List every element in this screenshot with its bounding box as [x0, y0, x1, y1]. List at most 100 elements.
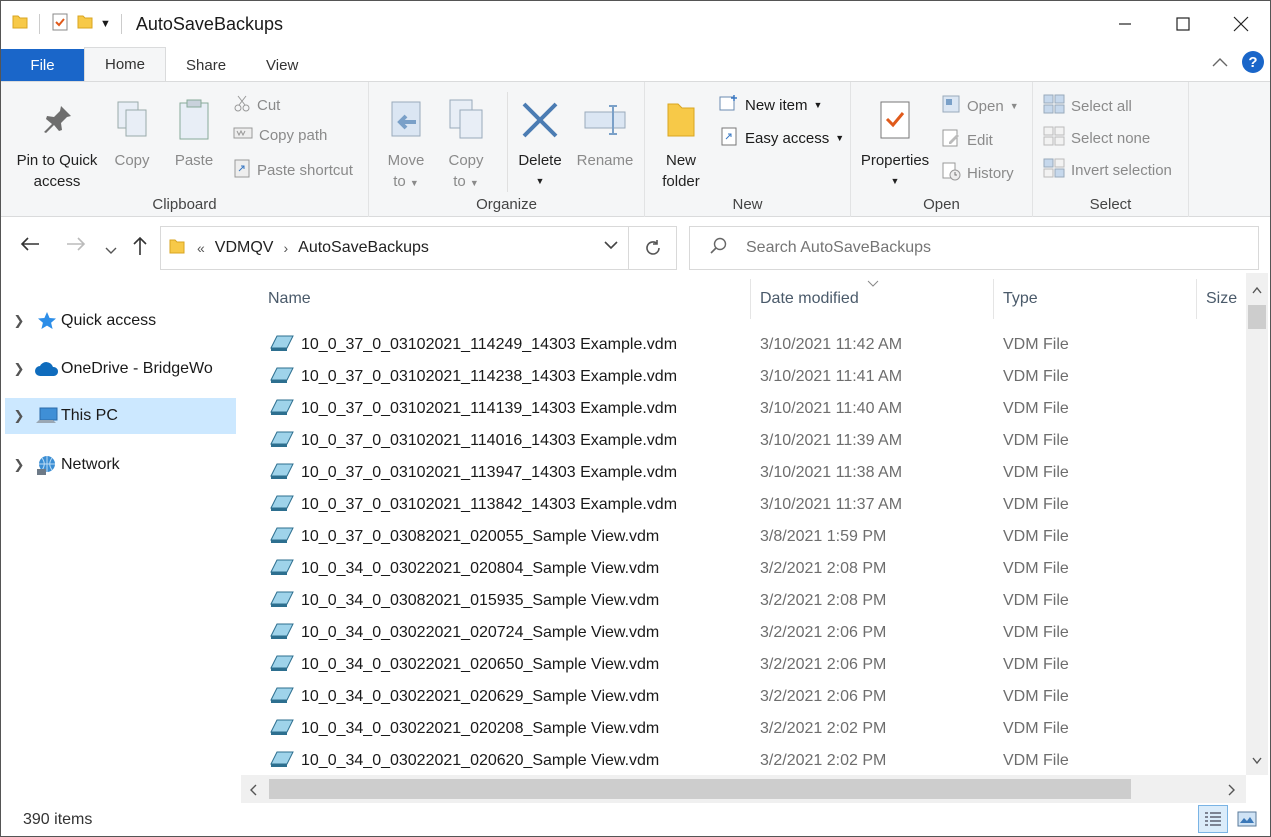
- customize-qat-icon[interactable]: ▼: [100, 18, 111, 30]
- file-row[interactable]: 10_0_34_0_03022021_020804_Sample View.vd…: [241, 553, 1246, 585]
- file-row[interactable]: 10_0_37_0_03102021_114139_14303 Example.…: [241, 393, 1246, 425]
- sidebar-item-quick-access[interactable]: ❯ Quick access: [5, 303, 236, 339]
- file-name-cell: 10_0_37_0_03102021_114016_14303 Example.…: [269, 430, 677, 453]
- history-button[interactable]: History: [941, 161, 1014, 185]
- scroll-up-icon[interactable]: [1252, 281, 1262, 298]
- expand-chevron-icon[interactable]: ❯: [5, 313, 33, 329]
- new-item-button[interactable]: New item ▼: [719, 94, 822, 116]
- move-to-button[interactable]: Move to ▼: [381, 90, 431, 194]
- breadcrumb-autosavebackups[interactable]: AutoSaveBackups: [298, 239, 429, 257]
- copy-path-button[interactable]: Copy path: [233, 126, 327, 144]
- file-type: VDM File: [1003, 624, 1069, 641]
- tab-share[interactable]: Share: [166, 49, 246, 81]
- network-icon: [33, 454, 61, 476]
- recent-locations-icon[interactable]: [105, 239, 117, 262]
- back-arrow-icon[interactable]: [19, 235, 41, 259]
- help-icon[interactable]: ?: [1242, 51, 1264, 73]
- edit-pencil-icon: [941, 128, 961, 152]
- file-type: VDM File: [1003, 336, 1069, 353]
- open-button[interactable]: Open ▼: [941, 94, 1019, 118]
- file-row[interactable]: 10_0_34_0_03022021_020208_Sample View.vd…: [241, 713, 1246, 745]
- collapse-ribbon-icon[interactable]: [1212, 54, 1228, 71]
- scroll-down-icon[interactable]: [1252, 752, 1262, 769]
- file-row[interactable]: 10_0_34_0_03082021_015935_Sample View.vd…: [241, 585, 1246, 617]
- search-box[interactable]: [689, 226, 1259, 270]
- expand-chevron-icon[interactable]: ❯: [5, 408, 33, 424]
- file-row[interactable]: 10_0_37_0_03102021_114238_14303 Example.…: [241, 361, 1246, 393]
- paste-button[interactable]: Paste: [167, 90, 221, 171]
- up-arrow-icon[interactable]: [131, 235, 149, 263]
- properties-button[interactable]: Properties ▼: [855, 90, 935, 192]
- tab-file[interactable]: File: [1, 49, 84, 81]
- file-row[interactable]: 10_0_34_0_03022021_020629_Sample View.vd…: [241, 681, 1246, 713]
- horizontal-scroll-thumb[interactable]: [269, 779, 1131, 799]
- new-folder-button[interactable]: New folder: [655, 90, 707, 192]
- file-name-cell: 10_0_34_0_03022021_020629_Sample View.vd…: [269, 686, 659, 709]
- file-row[interactable]: 10_0_37_0_03082021_020055_Sample View.vd…: [241, 521, 1246, 553]
- breadcrumb-overflow[interactable]: «: [197, 240, 205, 256]
- file-row[interactable]: 10_0_34_0_03022021_020650_Sample View.vd…: [241, 649, 1246, 681]
- search-input[interactable]: [746, 239, 1226, 257]
- easy-access-button[interactable]: Easy access ▼: [719, 126, 844, 150]
- expand-chevron-icon[interactable]: ❯: [5, 361, 33, 377]
- address-dropdown-icon[interactable]: [604, 237, 618, 254]
- new-folder-qat-icon[interactable]: [76, 13, 94, 35]
- maximize-button[interactable]: [1154, 1, 1212, 47]
- column-date-modified[interactable]: Date modified: [760, 290, 859, 308]
- address-bar[interactable]: « VDMQV › AutoSaveBackups: [160, 226, 677, 270]
- select-all-button[interactable]: Select all: [1043, 94, 1132, 118]
- rename-button[interactable]: Rename: [575, 90, 635, 171]
- details-view-button[interactable]: [1198, 805, 1228, 833]
- expand-chevron-icon[interactable]: ❯: [5, 457, 33, 473]
- file-type: VDM File: [1003, 464, 1069, 481]
- forward-arrow-icon[interactable]: [65, 235, 87, 259]
- delete-x-icon: [513, 90, 567, 150]
- large-icons-view-button[interactable]: [1232, 805, 1262, 833]
- sidebar-item-network[interactable]: ❯ Network: [5, 447, 236, 483]
- clipboard-icon: [167, 90, 221, 150]
- star-icon: [33, 310, 61, 332]
- scroll-left-icon[interactable]: [249, 783, 257, 800]
- invert-selection-icon: [1043, 158, 1065, 182]
- vdm-file-icon: [269, 462, 295, 485]
- sidebar-item-this-pc[interactable]: ❯ This PC: [5, 398, 236, 434]
- file-row[interactable]: 10_0_34_0_03022021_020620_Sample View.vd…: [241, 745, 1246, 775]
- delete-button[interactable]: Delete ▼: [513, 90, 567, 192]
- sort-indicator-icon: [867, 275, 879, 293]
- copy-to-button[interactable]: Copy to ▼: [441, 90, 491, 194]
- paste-shortcut-button[interactable]: Paste shortcut: [233, 158, 353, 182]
- close-button[interactable]: [1212, 1, 1270, 47]
- file-row[interactable]: 10_0_37_0_03102021_114016_14303 Example.…: [241, 425, 1246, 457]
- scroll-right-icon[interactable]: [1228, 783, 1236, 800]
- refresh-button[interactable]: [628, 227, 676, 269]
- file-row[interactable]: 10_0_37_0_03102021_113947_14303 Example.…: [241, 457, 1246, 489]
- properties-qat-icon[interactable]: [50, 12, 70, 36]
- minimize-button[interactable]: [1096, 1, 1154, 47]
- vertical-scrollbar[interactable]: [1246, 273, 1268, 775]
- chevron-right-icon[interactable]: ›: [283, 240, 288, 256]
- pin-to-quick-access-button[interactable]: Pin to Quick access: [9, 90, 105, 192]
- column-size[interactable]: Size: [1206, 290, 1237, 308]
- sidebar-item-onedrive[interactable]: ❯ OneDrive - BridgeWo: [5, 351, 236, 387]
- file-row[interactable]: 10_0_37_0_03102021_113842_14303 Example.…: [241, 489, 1246, 521]
- breadcrumb-vdmqv[interactable]: VDMQV: [215, 239, 274, 257]
- select-none-button[interactable]: Select none: [1043, 126, 1150, 150]
- tab-home[interactable]: Home: [84, 47, 167, 81]
- cut-button[interactable]: Cut: [233, 94, 280, 116]
- tab-view[interactable]: View: [246, 49, 318, 81]
- horizontal-scrollbar[interactable]: [241, 775, 1246, 803]
- file-date: 3/2/2021 2:06 PM: [760, 656, 887, 673]
- vertical-scroll-thumb[interactable]: [1248, 305, 1266, 329]
- copy-button[interactable]: Copy: [105, 90, 159, 171]
- file-type: VDM File: [1003, 656, 1069, 673]
- edit-button[interactable]: Edit: [941, 128, 993, 152]
- copy-icon: [105, 90, 159, 150]
- invert-selection-button[interactable]: Invert selection: [1043, 158, 1172, 182]
- column-name[interactable]: Name: [268, 290, 311, 308]
- file-row[interactable]: 10_0_34_0_03022021_020724_Sample View.vd…: [241, 617, 1246, 649]
- new-group-label: New: [732, 196, 763, 213]
- history-icon: [941, 161, 961, 185]
- folder-icon: [11, 13, 29, 35]
- column-type[interactable]: Type: [1003, 290, 1038, 308]
- file-row[interactable]: 10_0_37_0_03102021_114249_14303 Example.…: [241, 329, 1246, 361]
